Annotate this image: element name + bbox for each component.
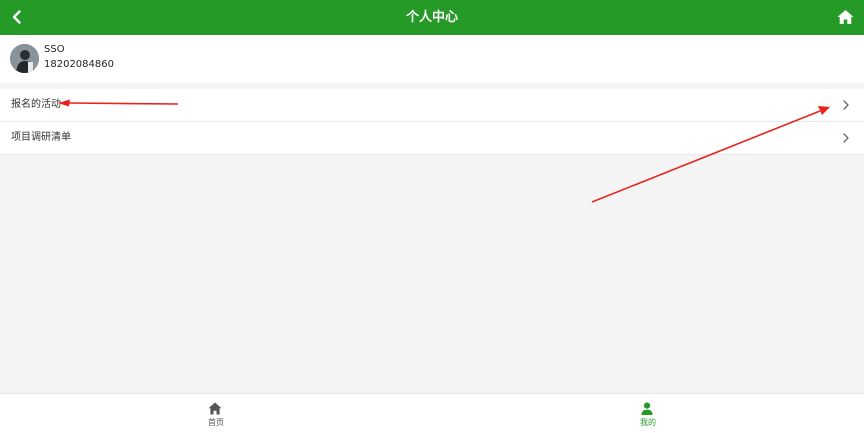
profile-card: SSO 18202084860 bbox=[0, 35, 864, 83]
avatar[interactable] bbox=[10, 44, 39, 73]
bottom-tab-bar: 首页 我的 bbox=[0, 393, 864, 433]
tab-mine[interactable]: 我的 bbox=[588, 394, 708, 433]
home-icon bbox=[208, 402, 222, 415]
profile-phone: 18202084860 bbox=[44, 59, 114, 70]
chevron-right-icon[interactable] bbox=[842, 133, 850, 143]
person-icon bbox=[641, 402, 653, 415]
profile-username: SSO bbox=[44, 44, 65, 55]
home-icon[interactable] bbox=[837, 9, 854, 25]
tab-home-label: 首页 bbox=[208, 418, 224, 427]
app-header: 个人中心 bbox=[0, 0, 864, 35]
menu-item-label: 报名的活动 bbox=[11, 99, 61, 110]
page-title: 个人中心 bbox=[405, 10, 458, 25]
menu-item-registered-activities[interactable]: 报名的活动 bbox=[0, 89, 864, 122]
chevron-right-icon[interactable] bbox=[842, 100, 850, 110]
menu-list: 报名的活动 项目调研清单 bbox=[0, 89, 864, 155]
menu-item-research-list[interactable]: 项目调研清单 bbox=[0, 122, 864, 155]
tab-mine-label: 我的 bbox=[640, 418, 656, 427]
menu-item-label: 项目调研清单 bbox=[11, 132, 71, 143]
avatar-image bbox=[10, 44, 39, 73]
tab-home[interactable]: 首页 bbox=[156, 394, 276, 433]
